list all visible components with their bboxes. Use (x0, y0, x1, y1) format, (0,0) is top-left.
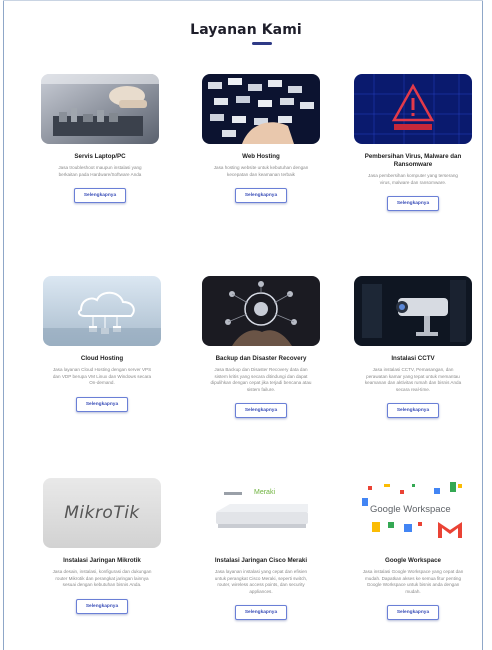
service-card-cloud: Cloud Hosting Jasa layanan Cloud Hosting… (37, 276, 167, 412)
service-description: Jasa instalasi Google Workspace yang cep… (362, 569, 464, 594)
service-card-backup: Backup dan Disaster Recovery Jasa Backup… (196, 276, 326, 419)
service-name: Pembersihan Virus, Malware dan Ransomwar… (364, 153, 462, 168)
service-description: Jasa pembersihan komputer yang terserang… (368, 173, 458, 185)
page-border-top (3, 0, 483, 1)
service-card-cisco-meraki: Meraki Instalasi Jaringan Cisco Meraki J… (196, 478, 326, 621)
service-name: Web Hosting (242, 153, 280, 160)
learn-more-button[interactable]: Selengkapnya (386, 605, 440, 621)
service-card-web-hosting: Web Hosting Jasa hosting website untuk k… (196, 74, 326, 204)
learn-more-button[interactable]: Selengkapnya (234, 188, 288, 204)
service-description: Jasa layanan instalasi yang cepat dan ef… (214, 569, 308, 594)
cloud-hosting-image (43, 276, 161, 346)
service-card-cctv: Instalasi CCTV Jasa instalasi CCTV, Pema… (348, 276, 478, 419)
learn-more-button[interactable]: Selengkapnya (75, 598, 129, 614)
mikrotik-logo-image: MikroTik (43, 478, 161, 548)
page-border-right (482, 0, 483, 650)
learn-more-button[interactable]: Selengkapnya (234, 403, 288, 419)
service-card-mikrotik: MikroTik Instalasi Jaringan Mikrotik Jas… (37, 478, 167, 614)
learn-more-button[interactable]: Selengkapnya (234, 605, 288, 621)
section-title: Layanan Kami (190, 22, 302, 38)
service-name: Instalasi Jaringan Cisco Meraki (214, 557, 308, 564)
service-card-virus: Pembersihan Virus, Malware dan Ransomwar… (348, 74, 478, 212)
google-workspace-logo-text: Google Workspace (370, 504, 451, 515)
learn-more-button[interactable]: Selengkapnya (73, 188, 127, 204)
learn-more-button[interactable]: Selengkapnya (386, 403, 440, 419)
backup-recovery-image (202, 276, 320, 346)
service-card-google-workspace: Google Workspace Google Workspace Jasa i… (348, 478, 478, 621)
meraki-logo-text: Meraki (254, 489, 276, 496)
title-underline (252, 42, 272, 45)
service-description: Jasa Backup dan Disaster Recovery data d… (210, 367, 312, 392)
virus-warning-image (354, 74, 472, 144)
learn-more-button[interactable]: Selengkapnya (386, 196, 440, 212)
cctv-camera-image (354, 276, 472, 346)
learn-more-button[interactable]: Selengkapnya (75, 396, 129, 412)
service-card-laptop: Servis Laptop/PC Jasa troubleshoot maupu… (35, 74, 165, 204)
service-name: Cloud Hosting (80, 355, 124, 362)
service-name: Servis Laptop/PC (74, 153, 126, 160)
service-name: Backup dan Disaster Recovery (215, 355, 307, 362)
service-description: Jasa layanan Cloud Hosting dengan server… (52, 367, 152, 386)
mikrotik-logo-text: MikroTik (64, 503, 140, 523)
web-hosting-image (202, 74, 320, 144)
service-description: Jasa desain, instalasi, konfigurasi dan … (52, 569, 152, 588)
laptop-repair-image (41, 74, 159, 144)
service-name: Instalasi Jaringan Mikrotik (63, 557, 141, 564)
service-description: Jasa instalasi CCTV, Pemasangan, dan per… (364, 367, 462, 392)
service-description: Jasa troubleshoot maupun instalasi yang … (58, 165, 142, 177)
google-workspace-image: Google Workspace (354, 478, 472, 548)
service-name: Google Workspace (385, 557, 441, 564)
page-border-left (3, 0, 4, 650)
cisco-meraki-image: Meraki (202, 478, 320, 548)
service-description: Jasa hosting website untuk kebutuhan den… (213, 165, 309, 177)
service-name: Instalasi CCTV (391, 355, 435, 362)
